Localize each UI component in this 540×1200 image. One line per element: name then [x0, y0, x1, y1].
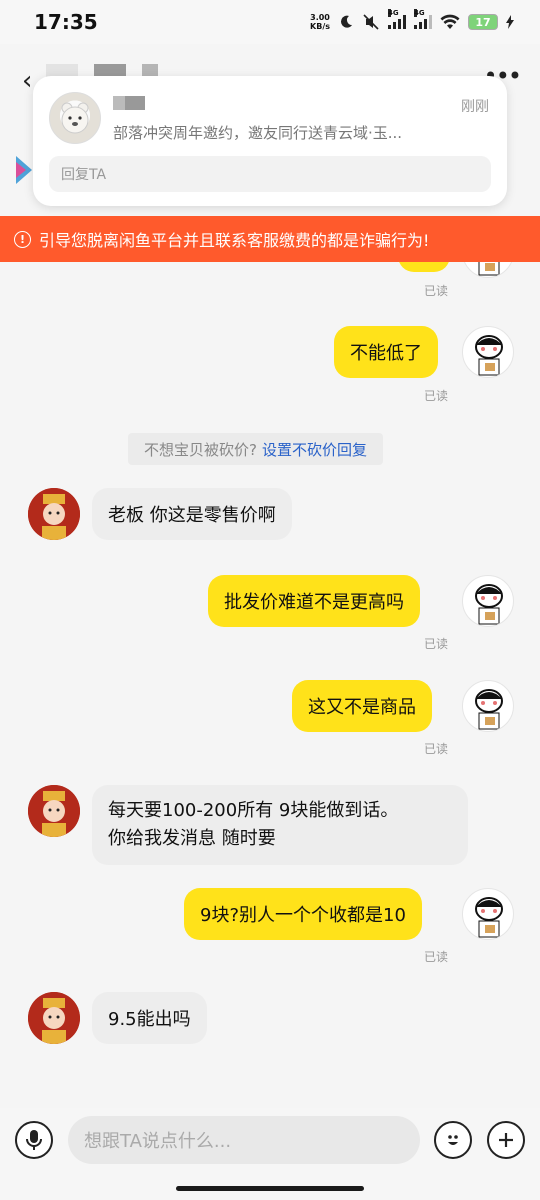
add-button[interactable]	[487, 1121, 525, 1159]
notification-avatar	[49, 92, 101, 144]
notification-reply-input[interactable]: 回复TA	[49, 156, 491, 192]
signal-icon-2: 4G	[414, 9, 432, 29]
my-avatar[interactable]	[462, 326, 514, 378]
read-receipt: 已读	[424, 637, 449, 651]
plus-icon	[499, 1133, 513, 1147]
cartoon-boy-icon	[475, 335, 503, 376]
message-line: 每天要100-200所有 9块能做到话。	[108, 800, 399, 821]
notification-popup[interactable]: 刚刚 部落冲突周年邀约，邀友同行送青云域·玉... 回复TA	[33, 76, 507, 206]
notification-time: 刚刚	[461, 99, 489, 115]
chat-screen: 17:35 3.00 KB/s 4G 4G 17 ‹ ••• 刚刚 部落冲突周年…	[0, 0, 540, 1200]
status-time: 17:35	[34, 10, 98, 34]
network-speed-unit: KB/s	[310, 22, 330, 31]
moon-icon	[341, 15, 352, 28]
fraud-warning-banner: ! 引导您脱离闲鱼平台并且联系客服缴费的都是诈骗行为!	[0, 216, 540, 262]
message-bubble-received[interactable]: 9.5能出吗	[92, 992, 207, 1044]
smiley-icon	[448, 1135, 458, 1145]
bargain-settings-link[interactable]: 设置不砍价回复	[262, 439, 367, 460]
seller-avatar[interactable]	[28, 488, 80, 540]
message-input[interactable]: 想跟TA说点什么...	[68, 1116, 420, 1164]
exclamation-icon: !	[14, 230, 31, 248]
signal-label-1: 4G	[388, 9, 399, 17]
status-icons: 3.00 KB/s 4G 4G 17	[310, 9, 514, 31]
read-receipt: 已读	[424, 284, 449, 298]
god-of-wealth-icon	[28, 785, 80, 837]
message-bubble-received[interactable]: 老板 你这是零售价啊	[92, 488, 292, 540]
charging-icon	[506, 15, 514, 29]
message-line: 你给我发消息 随时要	[108, 828, 276, 849]
notification-sender-blurred	[125, 96, 145, 110]
network-speed: 3.00 KB/s	[310, 13, 330, 31]
warning-text: 引导您脱离闲鱼平台并且联系客服缴费的都是诈骗行为!	[39, 231, 430, 250]
read-receipt: 已读	[424, 742, 449, 756]
notification-text: 部落冲突周年邀约，邀友同行送青云域·玉...	[113, 124, 403, 142]
mute-icon	[363, 14, 379, 30]
voice-button[interactable]	[15, 1121, 53, 1159]
read-receipt: 已读	[424, 950, 449, 964]
status-bar: 17:35 3.00 KB/s 4G 4G 17	[0, 0, 540, 44]
back-icon[interactable]: ‹	[22, 66, 32, 96]
message-bubble-sent[interactable]: 批发价难道不是更高吗	[208, 575, 420, 627]
god-of-wealth-icon	[28, 488, 80, 540]
seller-avatar[interactable]	[28, 785, 80, 837]
read-receipt: 已读	[424, 389, 449, 403]
bargain-tip-text: 不想宝贝被砍价?	[144, 440, 257, 459]
cartoon-boy-icon	[475, 584, 503, 625]
battery-indicator: 17	[468, 14, 498, 30]
message-bubble-sent[interactable]: 这又不是商品	[292, 680, 432, 732]
network-speed-value: 3.00	[310, 13, 330, 22]
product-thumbnail-icon	[16, 156, 32, 184]
message-bubble-sent[interactable]: 9块?别人一个个收都是10	[184, 888, 422, 940]
cartoon-boy-icon	[475, 897, 503, 938]
god-of-wealth-icon	[28, 992, 80, 1044]
my-avatar[interactable]	[462, 888, 514, 940]
cartoon-boy-icon	[475, 689, 503, 730]
seller-avatar[interactable]	[28, 992, 80, 1044]
signal-label-2: 4G	[414, 9, 425, 17]
emoji-button[interactable]	[434, 1121, 472, 1159]
home-indicator[interactable]	[176, 1186, 364, 1191]
bargain-tip: 不想宝贝被砍价? 设置不砍价回复	[128, 433, 383, 465]
wifi-icon	[440, 14, 460, 29]
microphone-icon	[26, 1130, 42, 1150]
my-avatar[interactable]	[462, 575, 514, 627]
bear-icon	[61, 102, 89, 134]
my-avatar[interactable]	[462, 680, 514, 732]
signal-icon-1: 4G	[388, 9, 406, 29]
message-bubble-sent[interactable]: 不能低了	[334, 326, 438, 378]
message-bubble-received[interactable]: 每天要100-200所有 9块能做到话。 你给我发消息 随时要	[92, 785, 468, 865]
